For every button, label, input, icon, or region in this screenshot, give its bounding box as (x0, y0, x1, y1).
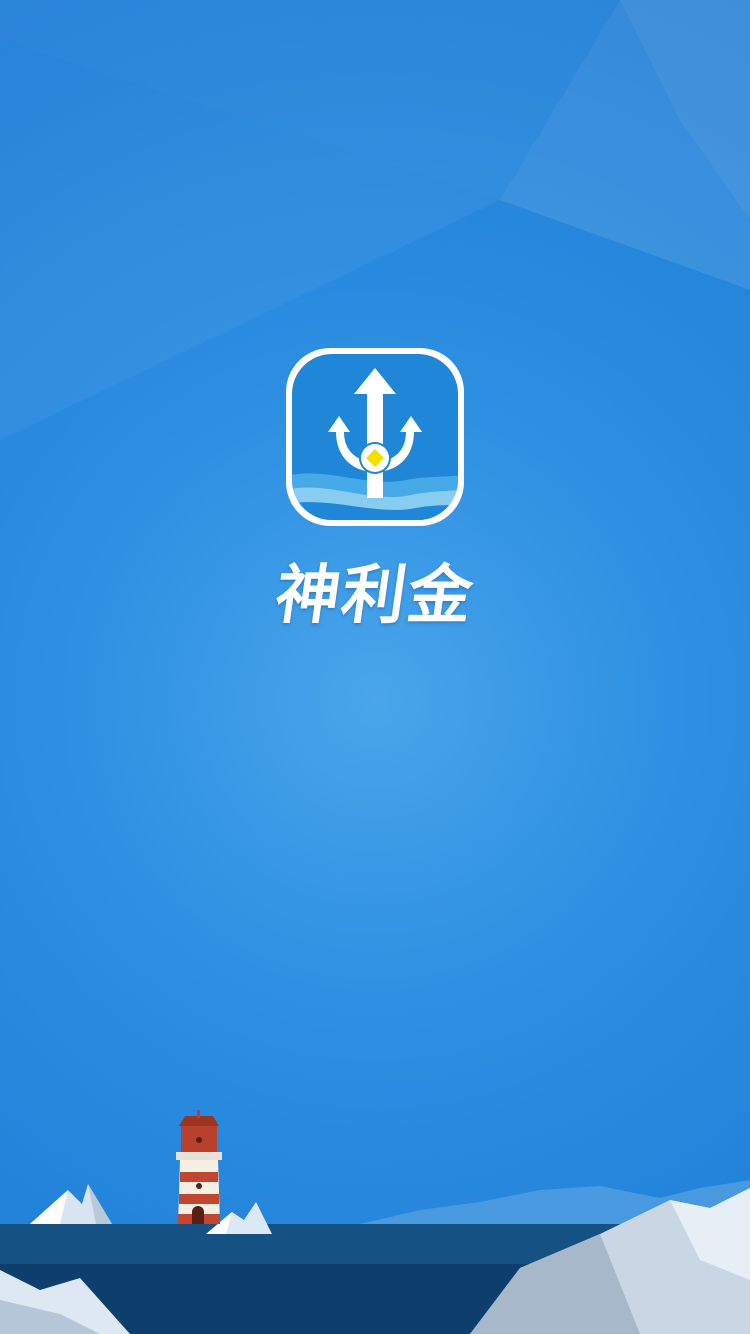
trident-arrow-logo-icon (286, 348, 464, 526)
lighthouse-seascape-illustration (0, 1110, 750, 1334)
app-name: 神利金 (270, 559, 480, 633)
lighthouse-illustration (176, 1110, 222, 1224)
splash-screen: 神利金 (0, 0, 750, 1334)
